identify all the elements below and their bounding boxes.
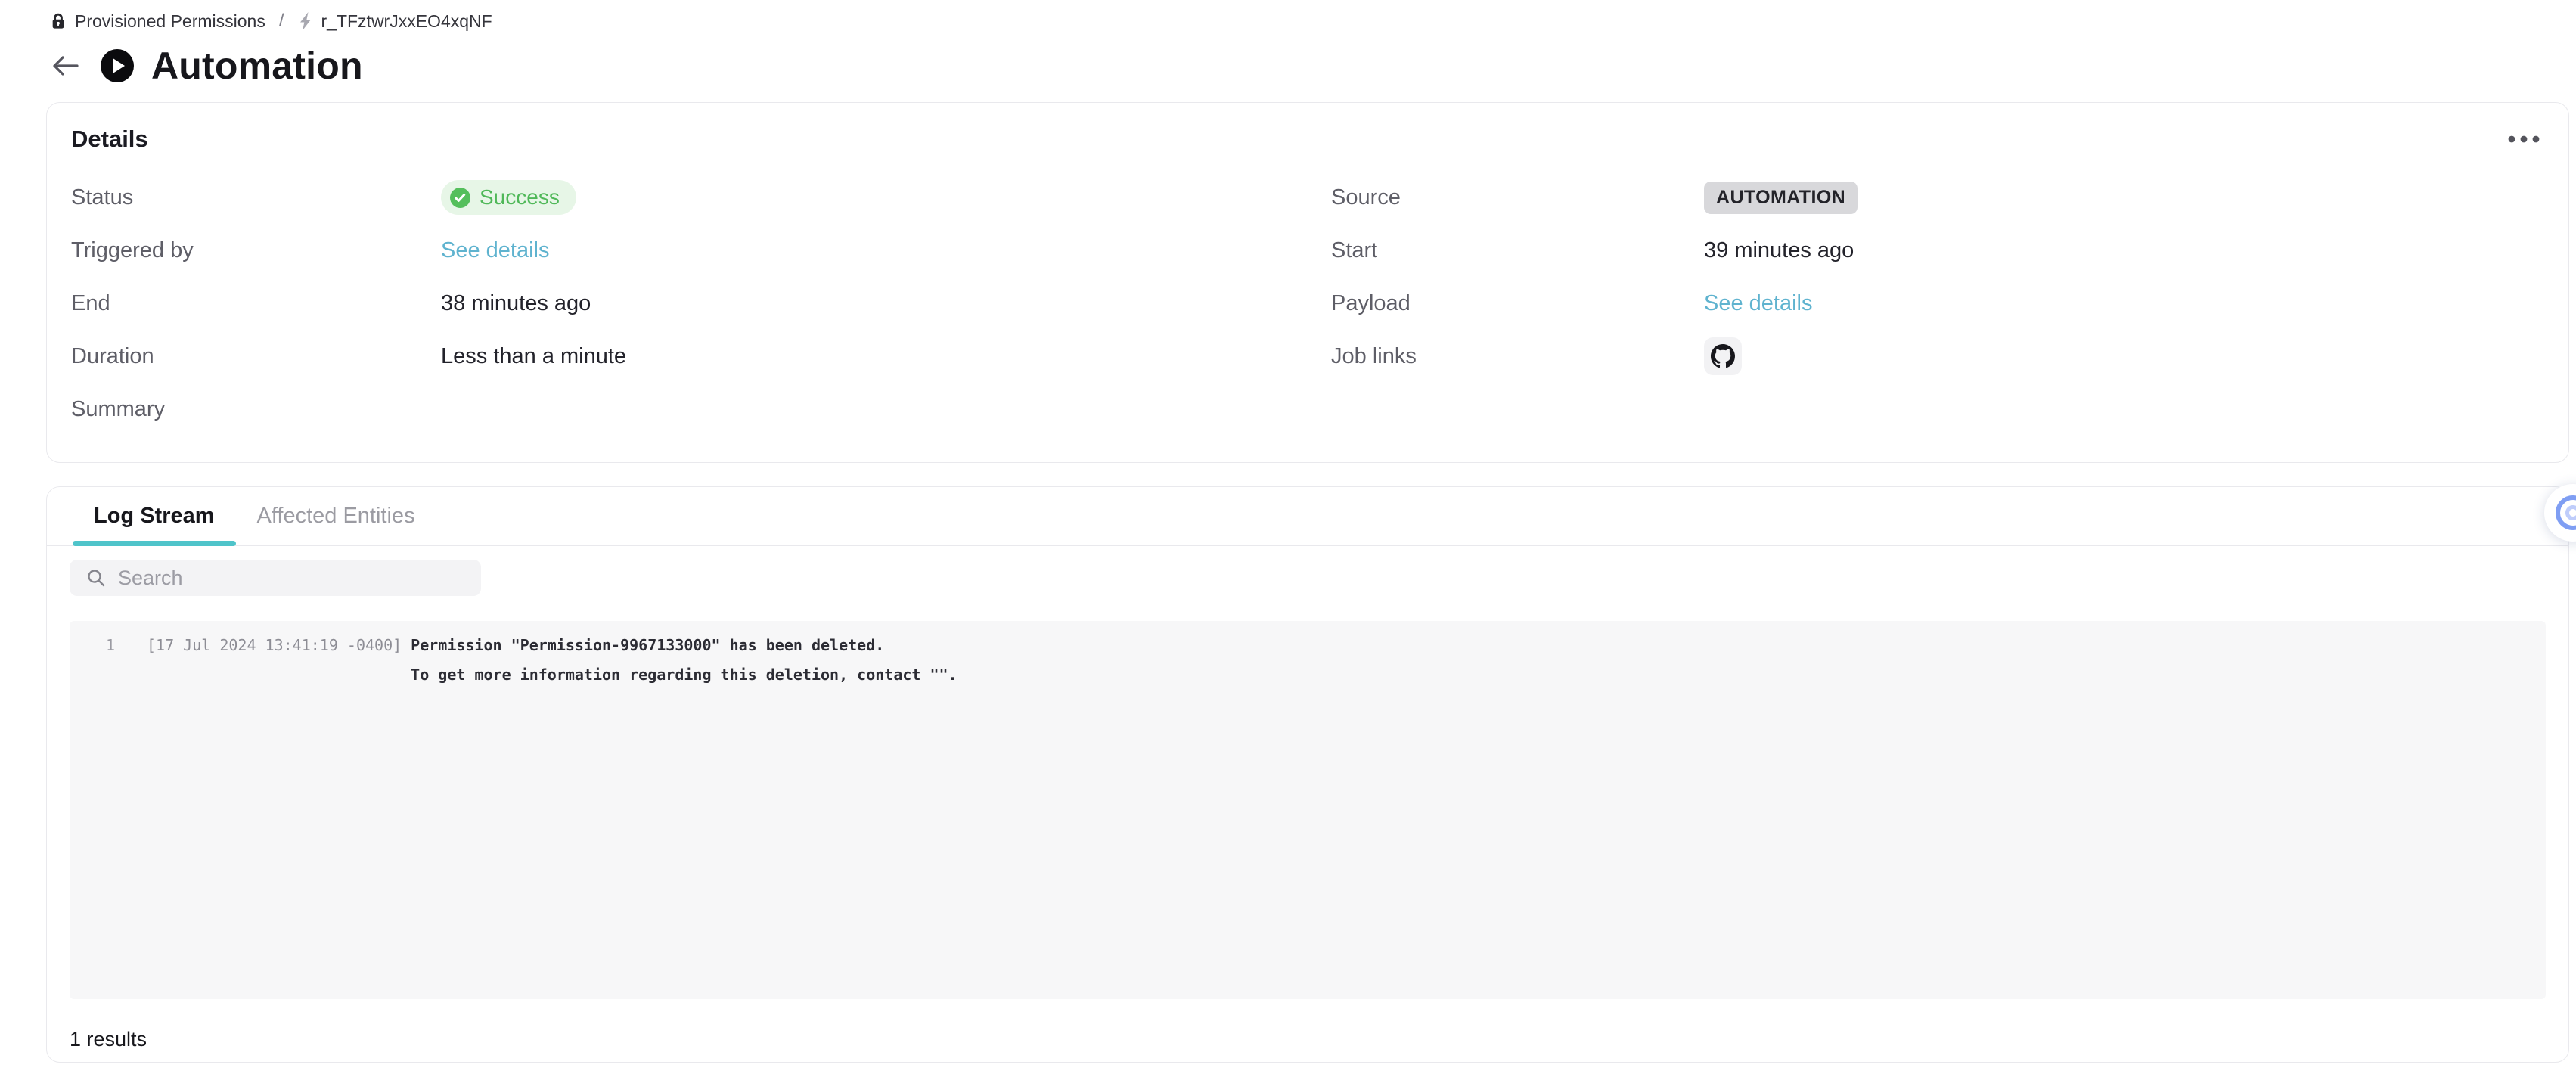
tab-affected-entities[interactable]: Affected Entities: [236, 487, 436, 545]
lock-icon: [50, 12, 67, 30]
detail-label: Status: [71, 185, 441, 210]
tab-log-stream[interactable]: Log Stream: [73, 487, 236, 545]
end-value: 38 minutes ago: [441, 291, 591, 316]
log-timestamp: [17 Jul 2024 13:41:19 -0400]: [147, 631, 402, 660]
detail-row-summary: Summary: [71, 383, 1331, 436]
details-heading: Details: [71, 126, 148, 153]
page-title: Automation: [151, 44, 363, 88]
detail-row-source: Source AUTOMATION: [1331, 171, 2544, 224]
log-search[interactable]: [70, 560, 481, 596]
log-message: Permission "Permission-9967133000" has b…: [411, 631, 2546, 660]
tab-bar: Log Stream Affected Entities: [47, 487, 2568, 546]
detail-row-duration: Duration Less than a minute: [71, 330, 1331, 383]
play-circle-icon: [100, 48, 135, 83]
search-icon: [86, 568, 106, 588]
status-badge-label: Success: [480, 185, 560, 210]
details-card: Details Status Success: [46, 102, 2569, 463]
detail-row-payload: Payload See details: [1331, 277, 2544, 330]
detail-label: Job links: [1331, 344, 1704, 369]
log-message-continuation: To get more information regarding this d…: [411, 660, 2546, 690]
github-link-button[interactable]: [1704, 337, 1742, 375]
log-line-number: 1: [70, 631, 138, 660]
search-input[interactable]: [116, 566, 475, 591]
breadcrumb-root[interactable]: Provisioned Permissions: [50, 11, 265, 32]
status-badge: Success: [441, 180, 576, 215]
page-header: Automation: [48, 44, 363, 88]
detail-row-triggered-by: Triggered by See details: [71, 224, 1331, 277]
log-card: Log Stream Affected Entities 1 [17 Jul 2…: [46, 486, 2569, 1063]
log-line: 1 [17 Jul 2024 13:41:19 -0400] Permissio…: [70, 631, 2546, 690]
detail-label: Summary: [71, 397, 441, 422]
bolt-icon: [298, 11, 313, 31]
breadcrumb: Provisioned Permissions / r_TFztwrJxxEO4…: [50, 11, 492, 32]
more-actions-button[interactable]: [2503, 126, 2544, 153]
triggered-by-see-details-link[interactable]: See details: [441, 238, 550, 263]
breadcrumb-current[interactable]: r_TFztwrJxxEO4xqNF: [298, 11, 492, 32]
breadcrumb-separator: /: [279, 11, 284, 32]
breadcrumb-current-label: r_TFztwrJxxEO4xqNF: [321, 11, 492, 32]
detail-label: Triggered by: [71, 238, 441, 263]
detail-label: Payload: [1331, 291, 1704, 316]
detail-label: Duration: [71, 344, 441, 369]
back-button[interactable]: [48, 48, 83, 83]
check-circle-icon: [450, 188, 470, 208]
payload-see-details-link[interactable]: See details: [1704, 291, 1813, 316]
help-ring-icon: [2556, 495, 2576, 530]
duration-value: Less than a minute: [441, 344, 626, 369]
results-count: 1 results: [70, 1028, 2546, 1051]
job-details-page: Provisioned Permissions / r_TFztwrJxxEO4…: [0, 0, 2576, 1077]
start-value: 39 minutes ago: [1704, 238, 1854, 263]
github-icon: [1711, 344, 1735, 368]
detail-label: End: [71, 291, 441, 316]
detail-row-start: Start 39 minutes ago: [1331, 224, 2544, 277]
log-stream-viewer[interactable]: 1 [17 Jul 2024 13:41:19 -0400] Permissio…: [70, 621, 2546, 999]
source-tag: AUTOMATION: [1704, 182, 1858, 214]
detail-label: Start: [1331, 238, 1704, 263]
detail-row-job-links: Job links: [1331, 330, 2544, 383]
details-grid: Status Success Triggered by See details …: [71, 171, 2544, 436]
breadcrumb-root-label: Provisioned Permissions: [75, 11, 265, 32]
detail-label: Source: [1331, 185, 1704, 210]
ellipsis-icon: [2507, 135, 2540, 144]
detail-row-end: End 38 minutes ago: [71, 277, 1331, 330]
arrow-left-icon: [52, 54, 79, 78]
detail-row-status: Status Success: [71, 171, 1331, 224]
